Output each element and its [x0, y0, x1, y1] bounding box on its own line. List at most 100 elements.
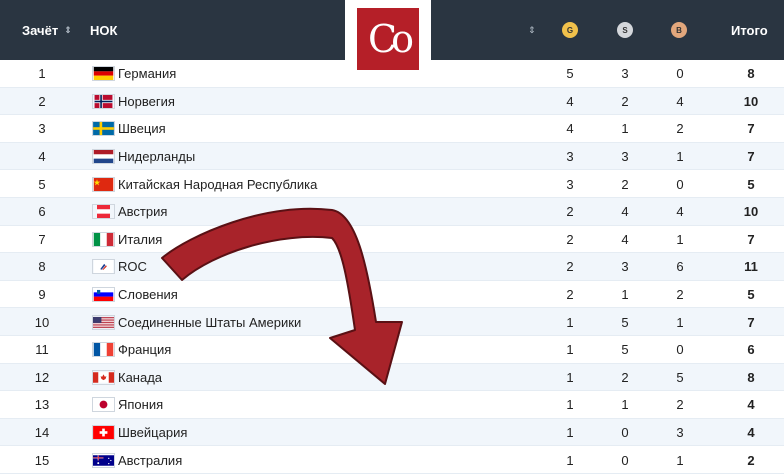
country-name[interactable]: Соединенные Штаты Америки	[118, 308, 301, 336]
table-row[interactable]: 7 Италия 2 4 1 7	[0, 226, 784, 254]
bronze-count: 2	[676, 397, 684, 413]
sweden-flag	[92, 115, 115, 143]
silver-medal-icon[interactable]: S	[617, 22, 633, 38]
rank-cell: 11	[35, 342, 49, 358]
rank-cell: 10	[34, 314, 50, 330]
country-name[interactable]: Норвегия	[118, 88, 175, 116]
table-row[interactable]: 5 Китайская Народная Республика 3 2 0 5	[0, 170, 784, 198]
country-name[interactable]: Словения	[118, 281, 178, 309]
silver-count: 5	[621, 342, 629, 358]
noc-column-header[interactable]: НОК	[90, 0, 117, 60]
table-row[interactable]: 10 Соединенные Штаты Америки 1 5 1 7	[0, 308, 784, 336]
rank-cell: 12	[34, 369, 50, 385]
bronze-count: 2	[676, 121, 684, 137]
country-name[interactable]: Франция	[118, 336, 171, 364]
usa-flag	[92, 308, 115, 336]
country-name[interactable]: Швеция	[118, 115, 166, 143]
austria-flag	[92, 198, 115, 226]
bronze-count: 0	[676, 342, 684, 358]
bronze-count: 5	[676, 369, 684, 385]
bronze-count: 2	[676, 287, 684, 303]
gold-count: 2	[566, 231, 574, 247]
france-flag	[92, 336, 115, 364]
table-row[interactable]: 4 Нидерланды 3 3 1 7	[0, 142, 784, 171]
gold-count: 3	[566, 176, 574, 192]
total-count: 10	[743, 204, 759, 220]
australia-flag	[92, 446, 115, 474]
rank-header-label: Зачёт	[22, 22, 59, 38]
table-row[interactable]: 13 Япония 1 1 2 4	[0, 391, 784, 419]
sort-icon[interactable]: ⇕	[528, 0, 536, 60]
table-row[interactable]: 9 Словения 2 1 2 5	[0, 281, 784, 309]
country-name[interactable]: Германия	[118, 60, 176, 88]
gold-count: 1	[566, 342, 574, 358]
table-row[interactable]: 14 Швейцария 1 0 3 4	[0, 418, 784, 447]
rank-cell: 2	[38, 93, 46, 109]
table-row[interactable]: 8 ROC 2 3 6 11	[0, 253, 784, 281]
italy-flag	[92, 226, 115, 254]
bronze-count: 1	[676, 314, 684, 330]
gold-count: 5	[566, 66, 574, 82]
rank-cell: 15	[34, 452, 50, 468]
gold-medal-icon[interactable]: G	[562, 22, 578, 38]
total-column-header[interactable]: Итого	[731, 0, 768, 60]
rank-cell: 3	[38, 121, 46, 137]
rank-cell: 6	[38, 204, 46, 220]
total-count: 7	[747, 121, 755, 137]
total-count: 5	[747, 176, 755, 192]
total-count: 11	[744, 259, 758, 275]
table-row[interactable]: 2 Норвегия 4 2 4 10	[0, 87, 784, 116]
rank-cell: 5	[38, 176, 46, 192]
norway-flag	[92, 88, 115, 116]
table-row[interactable]: 12 Канада 1 2 5 8	[0, 363, 784, 392]
rank-cell: 13	[34, 397, 50, 413]
gold-count: 3	[566, 149, 574, 165]
country-name[interactable]: ROC	[118, 253, 147, 281]
country-name[interactable]: Китайская Народная Республика	[118, 170, 317, 198]
country-name[interactable]: Швейцария	[118, 419, 187, 447]
total-count: 7	[747, 149, 755, 165]
silver-count: 1	[621, 397, 629, 413]
table-row[interactable]: 15 Австралия 1 0 1 2	[0, 446, 784, 474]
gold-count: 2	[566, 287, 574, 303]
country-name[interactable]: Италия	[118, 226, 162, 254]
gold-count: 1	[566, 425, 574, 441]
silver-count: 3	[621, 259, 629, 275]
bronze-count: 0	[676, 176, 684, 192]
rank-cell: 4	[38, 149, 46, 165]
bronze-count: 4	[676, 204, 684, 220]
country-name[interactable]: Нидерланды	[118, 143, 195, 171]
netherlands-flag	[92, 143, 115, 171]
silver-count: 5	[621, 314, 629, 330]
silver-count: 4	[621, 204, 629, 220]
table-row[interactable]: 11 Франция 1 5 0 6	[0, 336, 784, 364]
gold-count: 1	[566, 397, 574, 413]
country-name[interactable]: Канада	[118, 364, 162, 392]
rank-column-header[interactable]: Зачёт ⇕	[22, 0, 72, 60]
total-count: 7	[747, 314, 755, 330]
roc-flag	[92, 253, 115, 281]
country-name[interactable]: Австрия	[118, 198, 167, 226]
table-row[interactable]: 6 Австрия 2 4 4 10	[0, 197, 784, 226]
bronze-count: 1	[676, 452, 684, 468]
rank-cell: 7	[38, 231, 46, 247]
rank-cell: 9	[38, 287, 46, 303]
slovenia-flag	[92, 281, 115, 309]
country-name[interactable]: Япония	[118, 391, 163, 419]
gold-count: 4	[566, 121, 574, 137]
total-count: 7	[747, 231, 755, 247]
canada-flag	[92, 364, 115, 392]
silver-count: 2	[621, 369, 629, 385]
china-flag	[92, 170, 115, 198]
gold-count: 2	[566, 259, 574, 275]
germany-flag	[92, 60, 115, 88]
bronze-medal-icon[interactable]: B	[671, 22, 687, 38]
sort-icon[interactable]: ⇕	[64, 25, 72, 35]
table-row[interactable]: 3 Швеция 4 1 2 7	[0, 115, 784, 143]
silver-count: 1	[621, 121, 629, 137]
silver-count: 3	[621, 149, 629, 165]
country-name[interactable]: Австралия	[118, 446, 182, 474]
site-logo[interactable]: Co	[345, 0, 431, 78]
japan-flag	[92, 391, 115, 419]
silver-count: 2	[621, 93, 629, 109]
